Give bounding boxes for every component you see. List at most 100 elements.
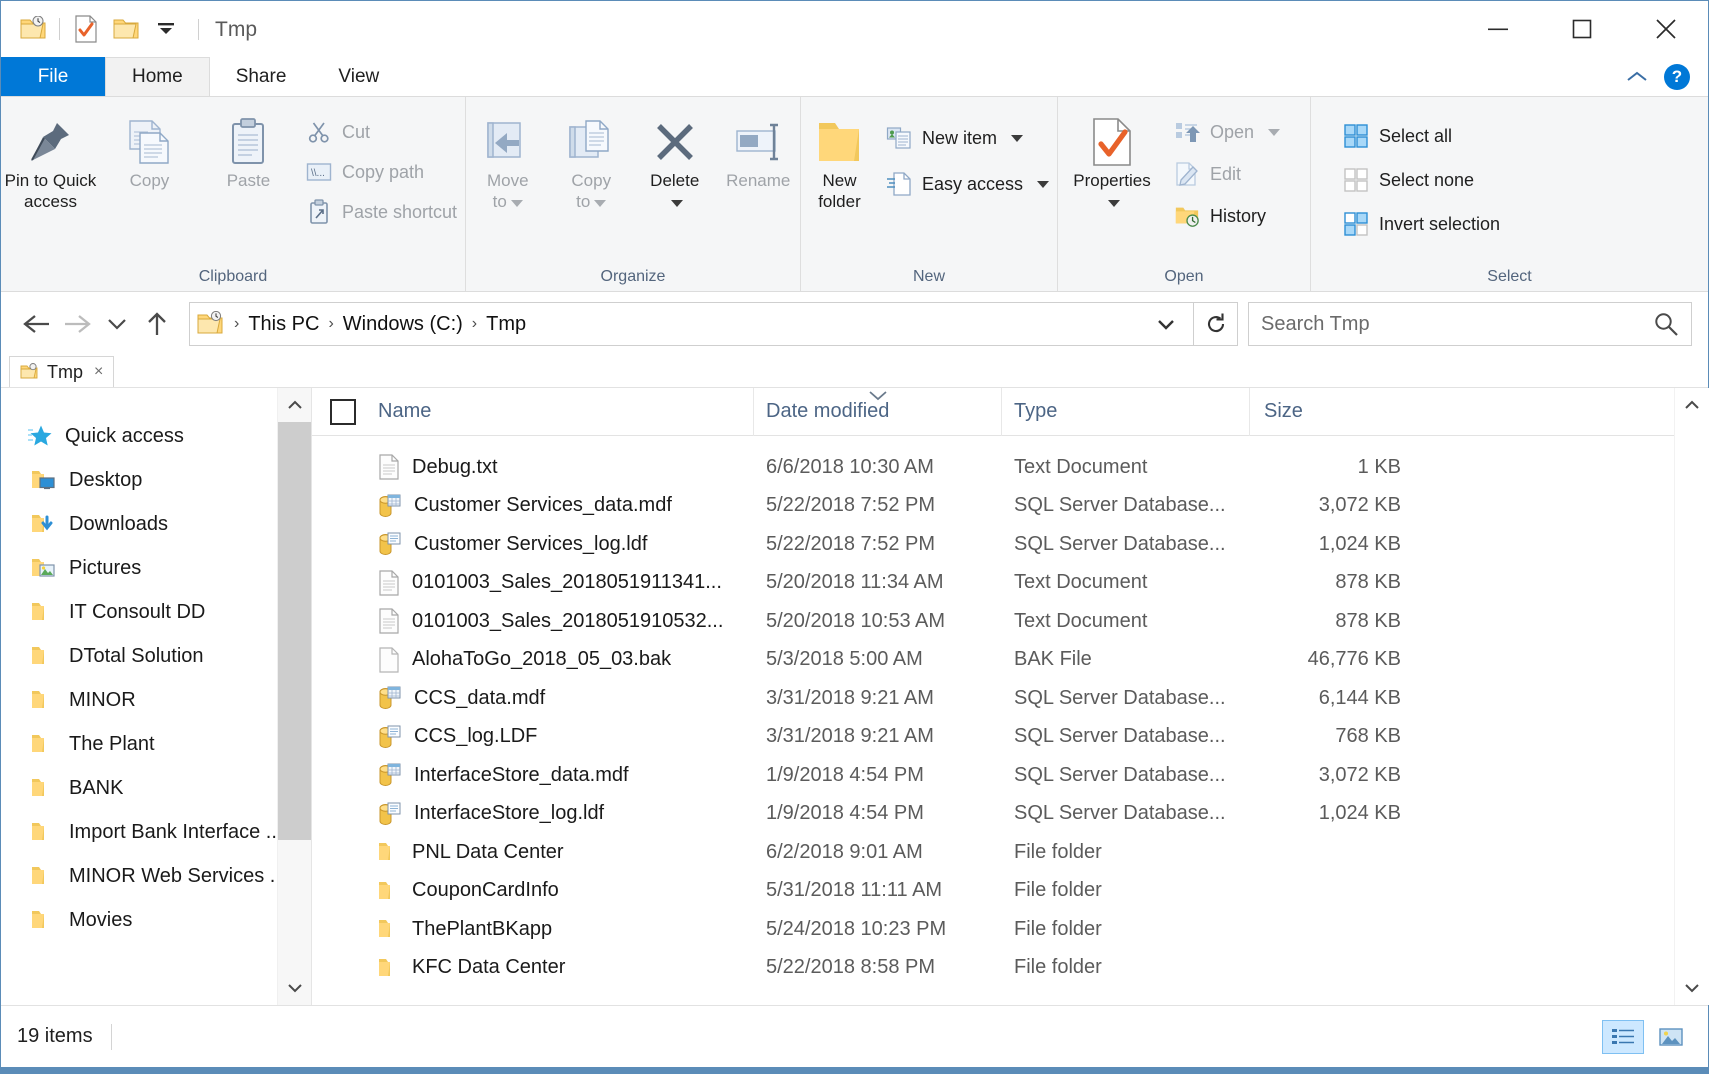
- table-row[interactable]: Customer Services_log.ldf 5/22/2018 7:52…: [312, 525, 1708, 564]
- paste-shortcut-button[interactable]: Paste shortcut: [298, 195, 465, 229]
- copy-to-button[interactable]: Copy to: [550, 105, 634, 212]
- column-header-type[interactable]: Type: [1002, 387, 1250, 436]
- sidebar-item-the-plant[interactable]: The Plant: [1, 722, 311, 766]
- sidebar-item-dtotal-solution[interactable]: DTotal Solution: [1, 634, 311, 678]
- forward-button[interactable]: [57, 302, 97, 346]
- folder-tab-close-icon[interactable]: ×: [94, 363, 103, 381]
- history-button[interactable]: History: [1166, 199, 1288, 233]
- tab-file[interactable]: File: [1, 57, 105, 96]
- collapse-ribbon-button[interactable]: [1624, 69, 1650, 85]
- table-row[interactable]: 0101003_Sales_2018051911341... 5/20/2018…: [312, 564, 1708, 603]
- sidebar-item-minor-web-services[interactable]: MINOR Web Services ...: [1, 854, 311, 898]
- sidebar-item-downloads[interactable]: Downloads: [1, 502, 311, 546]
- file-type-cell: File folder: [1014, 956, 1102, 979]
- address-bar: › This PC › Windows (C:) › Tmp Search Tm…: [1, 292, 1708, 356]
- window-title: Tmp: [198, 18, 257, 40]
- table-row[interactable]: CCS_log.LDF 3/31/2018 9:21 AM SQL Server…: [312, 718, 1708, 757]
- table-row[interactable]: 0101003_Sales_2018051910532... 5/20/2018…: [312, 602, 1708, 641]
- scrollbar-thumb[interactable]: [277, 422, 311, 840]
- file-list-scrollbar[interactable]: [1674, 388, 1709, 1005]
- sidebar-item-it-consoult-dd[interactable]: IT Consoult DD: [1, 590, 311, 634]
- sidebar-item-bank[interactable]: BANK: [1, 766, 311, 810]
- copy-button[interactable]: Copy: [100, 105, 199, 192]
- table-row[interactable]: KFC Data Center 5/22/2018 8:58 PM File f…: [312, 949, 1708, 988]
- search-icon[interactable]: [1653, 311, 1679, 337]
- move-to-button[interactable]: Move to: [466, 105, 550, 212]
- column-header-size[interactable]: Size: [1250, 388, 1415, 436]
- back-button[interactable]: [17, 302, 57, 346]
- scroll-down-button[interactable]: [1674, 971, 1709, 1005]
- edit-button[interactable]: Edit: [1166, 157, 1288, 191]
- breadcrumb-item-windows-c[interactable]: Windows (C:): [336, 313, 470, 336]
- delete-button[interactable]: Delete: [633, 105, 717, 212]
- new-item-button[interactable]: New item: [878, 121, 1057, 155]
- scrollbar-track[interactable]: [277, 422, 311, 971]
- select-none-button[interactable]: Select none: [1335, 163, 1508, 197]
- properties-button[interactable]: Properties: [1058, 105, 1166, 212]
- tab-share[interactable]: Share: [209, 57, 313, 96]
- breadcrumb-separator[interactable]: ›: [232, 315, 241, 333]
- file-type-cell: File folder: [1014, 879, 1102, 902]
- tab-view[interactable]: View: [312, 57, 406, 96]
- refresh-button[interactable]: [1194, 302, 1238, 346]
- properties-icon[interactable]: [66, 9, 106, 49]
- table-row[interactable]: Debug.txt 6/6/2018 10:30 AM Text Documen…: [312, 448, 1708, 487]
- breadcrumb[interactable]: › This PC › Windows (C:) › Tmp: [189, 302, 1194, 346]
- details-view-button[interactable]: [1602, 1019, 1644, 1054]
- sidebar-item-movies[interactable]: Movies: [1, 898, 311, 942]
- rename-button[interactable]: Rename: [717, 105, 801, 192]
- large-icons-view-button[interactable]: [1650, 1020, 1692, 1054]
- maximize-button[interactable]: [1540, 1, 1624, 57]
- sidebar-item-import-bank-interface[interactable]: Import Bank Interface ...: [1, 810, 311, 854]
- up-button[interactable]: [137, 302, 177, 346]
- sidebar-item-pictures[interactable]: Pictures: [1, 546, 311, 590]
- navigation-scrollbar[interactable]: [277, 388, 311, 1005]
- recent-locations-button[interactable]: [97, 302, 137, 346]
- breadcrumb-separator[interactable]: ›: [326, 315, 335, 333]
- folder-tab-tmp[interactable]: Tmp ×: [9, 356, 115, 387]
- close-button[interactable]: [1624, 1, 1708, 57]
- cut-button[interactable]: Cut: [298, 115, 465, 149]
- folder-history-icon[interactable]: [13, 9, 53, 49]
- table-row[interactable]: Customer Services_data.mdf 5/22/2018 7:5…: [312, 487, 1708, 526]
- easy-access-button[interactable]: Easy access: [878, 167, 1057, 201]
- new-folder-button[interactable]: New folder: [801, 105, 878, 212]
- customize-qat-icon[interactable]: [146, 9, 186, 49]
- breadcrumb-item-tmp[interactable]: Tmp: [479, 313, 533, 336]
- table-row[interactable]: PNL Data Center 6/2/2018 9:01 AM File fo…: [312, 833, 1708, 872]
- sidebar-item-minor[interactable]: MINOR: [1, 678, 311, 722]
- folder-icon: [31, 908, 57, 932]
- column-header-date-modified[interactable]: Date modified: [754, 387, 1002, 436]
- paste-button[interactable]: Paste: [199, 105, 298, 192]
- help-button[interactable]: ?: [1664, 63, 1690, 90]
- table-row[interactable]: CouponCardInfo 5/31/2018 11:11 AM File f…: [312, 872, 1708, 911]
- breadcrumb-item-this-pc[interactable]: This PC: [241, 313, 326, 336]
- select-none-label: Select none: [1379, 169, 1475, 190]
- file-type-cell: SQL Server Database...: [1014, 532, 1226, 555]
- copy-path-button[interactable]: \\... Copy path: [298, 155, 465, 189]
- column-header-name[interactable]: Name: [312, 387, 754, 436]
- sidebar-item-quick-access[interactable]: Quick access: [1, 414, 311, 458]
- table-row[interactable]: InterfaceStore_data.mdf 1/9/2018 4:54 PM…: [312, 756, 1708, 795]
- open-button[interactable]: Open: [1166, 115, 1288, 149]
- table-row[interactable]: CCS_data.mdf 3/31/2018 9:21 AM SQL Serve…: [312, 679, 1708, 718]
- minimize-button[interactable]: [1456, 1, 1540, 57]
- sidebar-item-desktop[interactable]: Desktop: [1, 458, 311, 502]
- search-input[interactable]: Search Tmp: [1248, 302, 1692, 346]
- invert-selection-button[interactable]: Invert selection: [1335, 207, 1508, 241]
- title-bar: Tmp: [1, 1, 1708, 57]
- scroll-up-button[interactable]: [277, 388, 311, 422]
- table-row[interactable]: ThePlantBKapp 5/24/2018 10:23 PM File fo…: [312, 910, 1708, 949]
- tab-home[interactable]: Home: [105, 57, 210, 96]
- table-row[interactable]: InterfaceStore_log.ldf 1/9/2018 4:54 PM …: [312, 795, 1708, 834]
- scroll-up-button[interactable]: [1674, 388, 1709, 422]
- new-folder-icon[interactable]: [106, 9, 146, 49]
- table-row[interactable]: AlohaToGo_2018_05_03.bak 5/3/2018 5:00 A…: [312, 641, 1708, 680]
- pin-to-quick-access-button[interactable]: Pin to Quick access: [1, 105, 100, 212]
- breadcrumb-separator[interactable]: ›: [470, 315, 479, 333]
- select-all-button[interactable]: Select all: [1335, 119, 1508, 153]
- scrollbar-track[interactable]: [1674, 422, 1709, 971]
- address-dropdown-button[interactable]: [1145, 303, 1187, 345]
- scroll-down-button[interactable]: [277, 971, 311, 1005]
- select-all-checkbox[interactable]: [330, 398, 356, 425]
